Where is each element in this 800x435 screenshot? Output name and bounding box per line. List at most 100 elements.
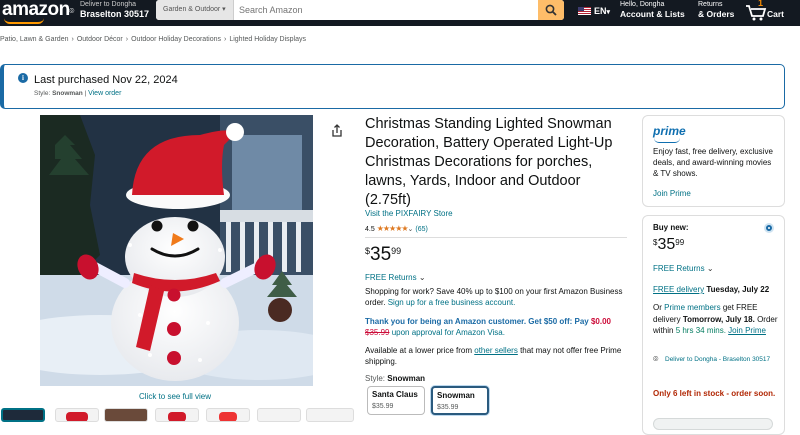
language-label: EN (594, 6, 607, 16)
deliver-location-link[interactable]: ⌾ Deliver to Dongha - Braselton 30517 (653, 355, 781, 364)
thumbnail[interactable] (55, 408, 99, 422)
style-label-text: Style: (365, 374, 386, 383)
thumbnail[interactable] (104, 408, 148, 422)
buybox-price: $3599 (653, 236, 684, 254)
cart-icon (746, 5, 767, 21)
price-whole: 35 (370, 244, 392, 265)
orders-label: & Orders (698, 9, 735, 19)
review-count-link[interactable]: (65) (415, 226, 427, 233)
breadcrumb-separator-icon: › (125, 36, 129, 43)
language-selector[interactable]: EN▾ (578, 6, 610, 16)
thumbnail[interactable] (306, 408, 354, 422)
style-option-santa-claus[interactable]: Santa Claus $35.99 (367, 386, 425, 415)
free-delivery-date: Tuesday, July 22 (706, 285, 770, 294)
prime-description: Enjoy fast, free delivery, exclusive dea… (653, 147, 773, 178)
thumbnail-strip (0, 408, 360, 422)
free-returns-link[interactable]: FREE Returns ⌄ (653, 264, 714, 273)
last-purchased-banner: i Last purchased Nov 22, 2024 Style: Sno… (0, 64, 785, 109)
deliver-address: Braselton 30517 (80, 9, 150, 19)
join-prime-link[interactable]: Join Prime (653, 189, 691, 198)
card-offer-price: $0.00 (590, 317, 612, 326)
lower-price-text: Available at a lower price from (365, 346, 473, 355)
style-option-name: Santa Claus (372, 390, 418, 399)
info-icon: i (18, 73, 28, 83)
deliver-to-location[interactable]: ⌾ Deliver to Dongha Braselton 30517 (69, 1, 150, 20)
price: $3599 (365, 244, 401, 266)
last-purchased-title: Last purchased Nov 22, 2024 (34, 74, 178, 86)
breadcrumb-item[interactable]: Outdoor Décor (77, 36, 123, 43)
free-delivery-link[interactable]: FREE delivery (653, 285, 704, 294)
fast-delivery-info: Or Prime members get FREE delivery Tomor… (653, 302, 781, 337)
full-view-link[interactable]: Click to see full view (139, 392, 211, 401)
chevron-down-icon: ⌄ (418, 273, 426, 282)
breadcrumb-item[interactable]: Patio, Lawn & Garden (0, 36, 69, 43)
chevron-down-icon: ⌄ (407, 226, 414, 233)
thumbnail[interactable] (1, 408, 45, 422)
account-lists-label: Account & Lists (620, 9, 685, 19)
thumbnail[interactable] (257, 408, 301, 422)
card-offer: Thank you for being an Amazon customer. … (365, 316, 627, 338)
price-cents: 99 (391, 246, 402, 256)
returns-label: Returns (698, 1, 723, 8)
account-greeting: Hello, Dongha (620, 1, 665, 8)
rating-value: 4.5 (365, 226, 375, 233)
search-icon (545, 4, 557, 16)
join-prime-link[interactable]: Join Prime (728, 326, 766, 335)
quantity-dropdown[interactable] (653, 418, 773, 430)
share-icon[interactable] (331, 124, 343, 142)
other-sellers-link[interactable]: other sellers (474, 346, 518, 355)
account-lists-menu[interactable]: Hello, Dongha Account & Lists (620, 1, 685, 19)
fast-date: Tomorrow, July 18. (682, 314, 755, 324)
style-label: Style: Snowman (365, 374, 425, 383)
price-symbol: $ (653, 238, 658, 247)
prime-members-link[interactable]: Prime members (664, 303, 720, 312)
search-bar: Garden & Outdoor ▾ (156, 0, 564, 20)
lower-price-note: Available at a lower price from other se… (365, 345, 627, 367)
breadcrumb: Patio, Lawn & Garden › Outdoor Décor › Outdo… (0, 36, 306, 43)
last-purchased-detail: Style: Snowman | View order (34, 90, 121, 97)
view-order-link[interactable]: View order (88, 90, 121, 97)
chevron-down-icon: ⌄ (706, 264, 714, 273)
buy-new-radio[interactable] (764, 223, 774, 233)
breadcrumb-item[interactable]: Outdoor Holiday Decorations (131, 36, 221, 43)
top-nav-bar: amazon ⌾ Deliver to Dongha Braselton 3051… (0, 0, 800, 26)
card-offer-text[interactable]: Thank you for being an Amazon customer. … (365, 317, 589, 326)
deliver-location-text: Deliver to Dongha - Braselton 30517 (665, 356, 771, 363)
price-symbol: $ (365, 246, 371, 256)
style-option-name: Snowman (437, 391, 475, 400)
location-pin-icon: ⌾ (69, 6, 75, 16)
amazon-logo-smile-icon (4, 18, 44, 24)
product-title: Christmas Standing Lighted Snowman Decor… (365, 116, 613, 208)
thumbnail[interactable] (155, 408, 199, 422)
store-link[interactable]: Visit the PIXFAIRY Store (365, 209, 453, 218)
divider (365, 237, 627, 238)
free-delivery-info: FREE delivery Tuesday, July 22 (653, 284, 781, 295)
search-category-label: Garden & Outdoor (163, 6, 221, 13)
cart-label: Cart (767, 9, 785, 19)
breadcrumb-item[interactable]: Lighted Holiday Displays (229, 36, 306, 43)
returns-orders-link[interactable]: Returns & Orders (698, 1, 734, 19)
free-returns-link[interactable]: FREE Returns ⌄ (365, 273, 426, 282)
free-returns-label: FREE Returns (365, 273, 417, 282)
business-signup-link[interactable]: Sign up for a free business account. (388, 298, 516, 307)
style-option-snowman[interactable]: Snowman $35.99 (431, 386, 489, 415)
cart-button[interactable]: 1 Cart (745, 0, 800, 24)
free-returns-label: FREE Returns (653, 264, 705, 273)
buy-new-label: Buy new: (653, 223, 689, 232)
star-rating-icon: ★★★★★ (376, 224, 409, 233)
location-pin-icon: ⌾ (653, 354, 659, 364)
thumbnail[interactable] (206, 408, 250, 422)
cart-count-badge: 1 (758, 0, 764, 8)
style-label-value: Snowman (387, 374, 426, 383)
search-input[interactable] (234, 0, 538, 20)
main-product-image[interactable] (40, 115, 313, 386)
style-option-price: $35.99 (437, 404, 459, 411)
search-submit-button[interactable] (538, 0, 564, 20)
card-offer-tail[interactable]: upon approval for Amazon Visa. (392, 328, 505, 337)
buy-box: Buy new: $3599 FREE Returns ⌄ FREE deliv… (642, 215, 785, 435)
rating-row[interactable]: 4.5 ★★★★★⌄ (65) (365, 224, 428, 233)
price-cents: 99 (675, 238, 685, 247)
search-category-dropdown[interactable]: Garden & Outdoor ▾ (156, 0, 234, 20)
us-flag-icon (578, 7, 591, 15)
deliver-label: Deliver to Dongha (80, 1, 137, 8)
